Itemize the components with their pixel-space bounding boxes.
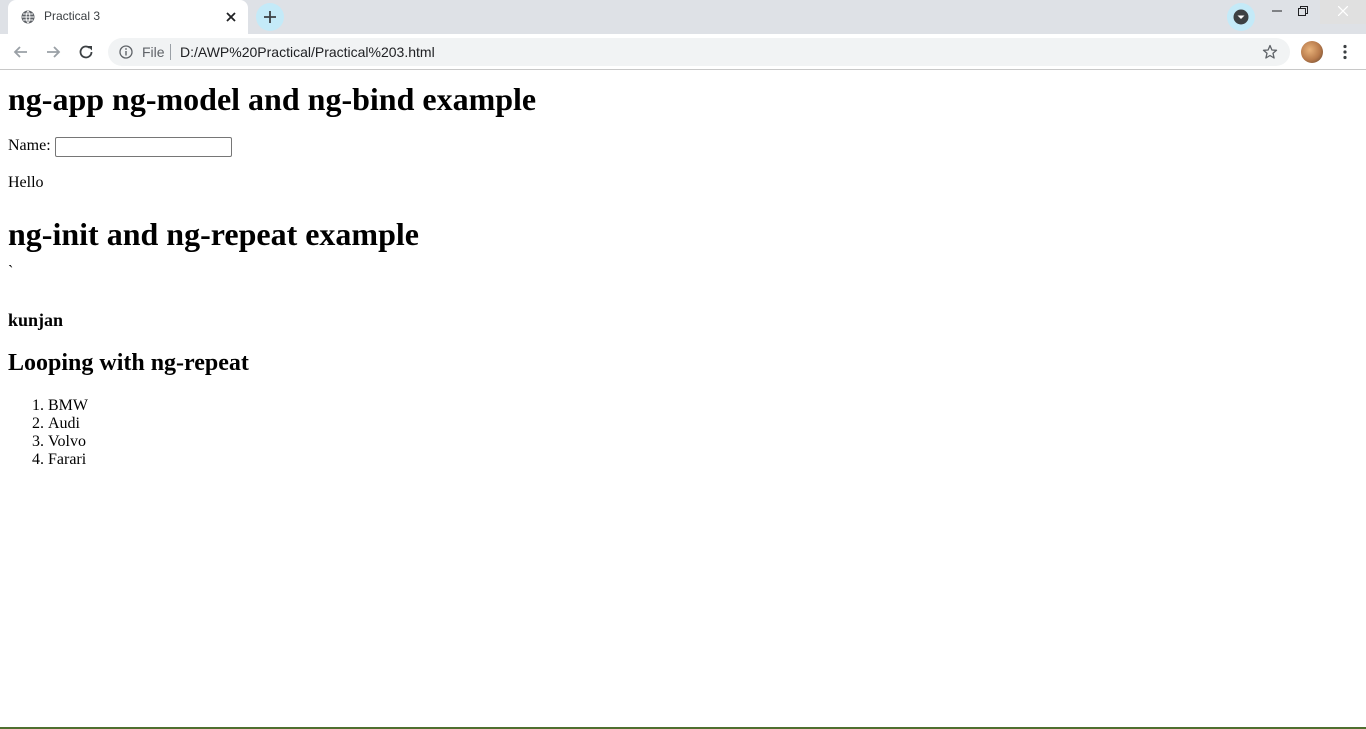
address-bar[interactable]: File D:/AWP%20Practical/Practical%203.ht… [108,38,1290,66]
browser-toolbar: File D:/AWP%20Practical/Practical%203.ht… [0,34,1366,70]
url-text[interactable]: D:/AWP%20Practical/Practical%203.html [180,44,435,60]
heading-looping: Looping with ng-repeat [8,350,249,376]
name-input[interactable] [55,137,232,157]
more-vert-icon[interactable] [1336,43,1354,61]
arrow-left-icon[interactable] [12,43,30,61]
extension-button[interactable] [1227,3,1255,31]
list-item: Volvo [48,433,88,451]
restore-icon [1298,6,1308,16]
new-tab-button[interactable] [256,3,284,31]
avatar[interactable] [1301,41,1323,63]
list-item: BMW [48,397,88,415]
tab-title: Practical 3 [44,9,101,23]
info-icon[interactable] [119,45,133,59]
close-icon[interactable] [224,10,238,24]
list-item: Farari [48,451,88,469]
close-icon [1338,6,1348,16]
heading-ng-app: ng-app ng-model and ng-bind example [8,81,537,117]
browser-tab[interactable]: Practical 3 [8,0,248,34]
list-item: Audi [48,415,88,433]
plus-icon [264,11,276,23]
heading-ng-init: ng-init and ng-repeat example [8,216,419,252]
stray-text: ` [8,263,14,280]
tab-strip: Practical 3 [0,0,1366,34]
name-row: Name: [8,137,232,157]
globe-icon [21,10,35,24]
car-list: BMW Audi Volvo Farari [8,397,88,469]
page-content: ng-app ng-model and ng-bind example Name… [0,71,1366,729]
chevron-down-circle-icon [1233,9,1249,25]
close-window-button[interactable] [1320,0,1366,24]
omnibox-divider [170,44,171,60]
arrow-right-icon[interactable] [44,43,62,61]
reload-icon[interactable] [77,43,95,61]
bound-name: kunjan [8,310,64,330]
url-scheme-label: File [142,44,165,60]
greeting-text: Hello [8,174,44,191]
star-icon[interactable] [1262,44,1278,60]
name-label: Name: [8,137,51,154]
